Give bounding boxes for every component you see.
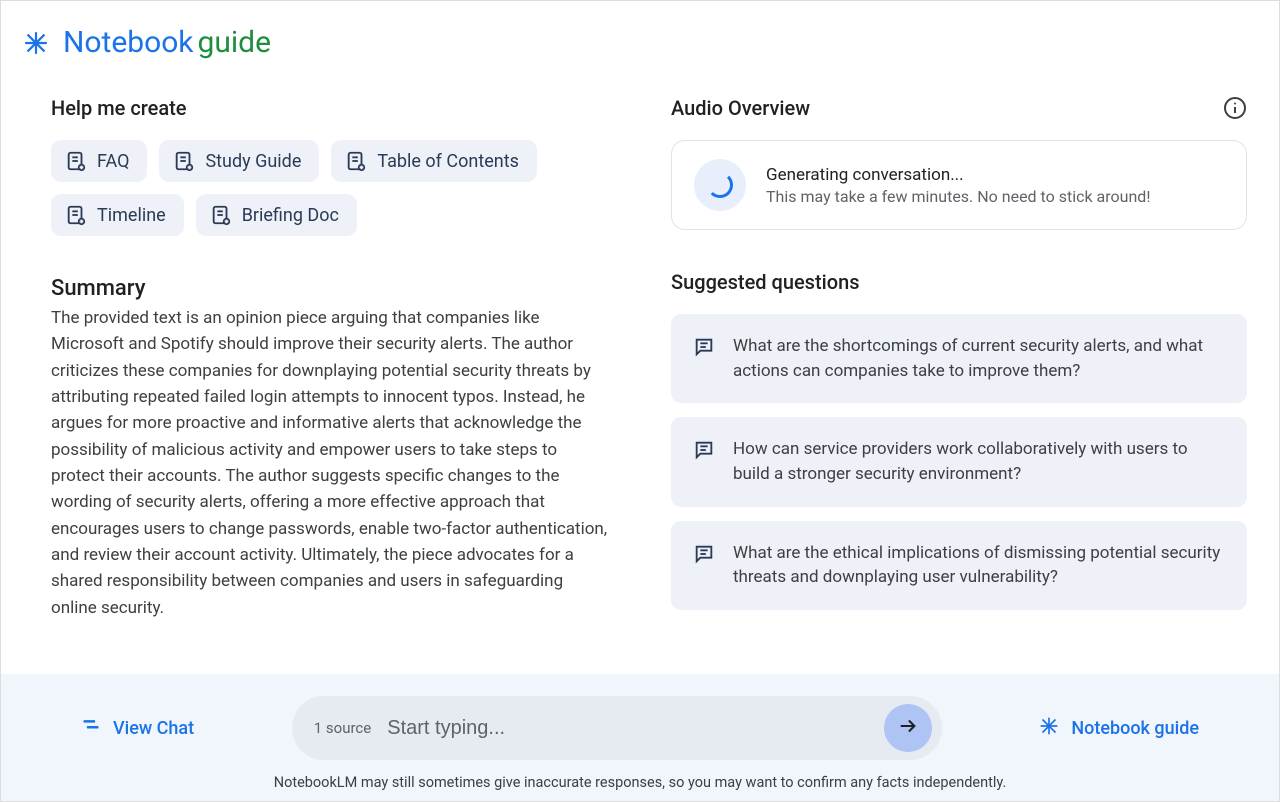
question-text: How can service providers work collabora…	[733, 437, 1225, 486]
doc-plus-icon	[173, 150, 195, 172]
notebook-guide-label: Notebook guide	[1071, 718, 1199, 739]
chip-label: Study Guide	[205, 151, 301, 172]
audio-generating-title: Generating conversation...	[766, 165, 1150, 185]
chat-input-container: 1 source	[292, 696, 942, 760]
chip-study-guide[interactable]: Study Guide	[159, 140, 319, 182]
page-title: Notebook guide	[63, 25, 271, 60]
chip-faq[interactable]: FAQ	[51, 140, 147, 182]
doc-plus-icon	[210, 204, 232, 226]
summary-title: Summary	[51, 276, 611, 301]
info-icon[interactable]	[1223, 96, 1247, 120]
send-button[interactable]	[884, 704, 932, 752]
chip-timeline[interactable]: Timeline	[51, 194, 184, 236]
chip-label: FAQ	[97, 151, 129, 172]
view-chat-button[interactable]: View Chat	[41, 716, 234, 741]
chip-table-of-contents[interactable]: Table of Contents	[331, 140, 537, 182]
source-count: 1 source	[314, 719, 371, 737]
chip-label: Briefing Doc	[242, 205, 339, 226]
notebook-asterisk-icon	[1039, 716, 1059, 741]
chat-note-icon	[693, 336, 715, 358]
view-chat-label: View Chat	[113, 718, 194, 739]
title-word-guide: guide	[197, 25, 271, 60]
doc-plus-icon	[345, 150, 367, 172]
create-chips-row: FAQ Study Guide Table of Contents Timeli…	[51, 140, 611, 236]
disclaimer-text: NotebookLM may still sometimes give inac…	[1, 774, 1279, 791]
audio-overview-title: Audio Overview	[671, 96, 810, 120]
help-me-create-title: Help me create	[51, 96, 611, 120]
doc-plus-icon	[65, 150, 87, 172]
bottom-bar: View Chat 1 source Notebook guide Notebo…	[1, 674, 1279, 801]
question-text: What are the shortcomings of current sec…	[733, 334, 1225, 383]
chat-note-icon	[693, 543, 715, 565]
audio-generating-card: Generating conversation... This may take…	[671, 140, 1247, 230]
chip-label: Table of Contents	[377, 151, 519, 172]
page-header: Notebook guide	[1, 1, 1279, 68]
suggested-question[interactable]: How can service providers work collabora…	[671, 417, 1247, 506]
question-text: What are the ethical implications of dis…	[733, 541, 1225, 590]
chip-label: Timeline	[97, 205, 166, 226]
title-word-notebook: Notebook	[63, 25, 194, 60]
arrow-right-icon	[897, 715, 919, 741]
suggested-question[interactable]: What are the shortcomings of current sec…	[671, 314, 1247, 403]
audio-generating-subtitle: This may take a few minutes. No need to …	[766, 187, 1150, 206]
suggested-question[interactable]: What are the ethical implications of dis…	[671, 521, 1247, 610]
chat-input[interactable]	[387, 717, 868, 740]
summary-text: The provided text is an opinion piece ar…	[51, 305, 611, 621]
chip-briefing-doc[interactable]: Briefing Doc	[196, 194, 357, 236]
notebook-guide-button[interactable]: Notebook guide	[999, 716, 1239, 741]
suggested-questions-title: Suggested questions	[671, 270, 1247, 294]
chat-note-icon	[693, 439, 715, 461]
chat-icon	[81, 716, 101, 741]
notebook-asterisk-icon	[23, 30, 49, 56]
spinner-icon	[694, 159, 746, 211]
doc-plus-icon	[65, 204, 87, 226]
